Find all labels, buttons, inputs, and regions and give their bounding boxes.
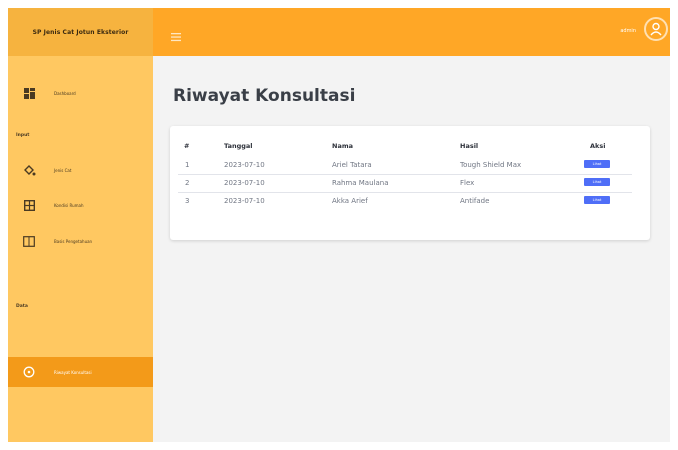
user-name[interactable]: admin	[620, 28, 636, 34]
hamburger-icon[interactable]	[171, 27, 181, 42]
sidebar-item-riwayat-konsultasi[interactable]: Riwayat Konsultasi	[8, 357, 153, 387]
column-header-hasil: Hasil	[460, 142, 479, 150]
book-icon	[22, 234, 36, 248]
row-2-hasil: Flex	[460, 179, 475, 187]
row-1-hasil: Tough Shield Max	[460, 161, 522, 169]
sidebar-item-label: Jenis Cat	[54, 167, 72, 173]
top-bar: admin	[153, 8, 670, 56]
column-header-nama: Nama	[332, 142, 353, 150]
column-header-tanggal: Tanggal	[224, 142, 253, 150]
sidebar-item-basis-pengetahuan[interactable]: Basis Pengetahuan	[8, 226, 153, 256]
brand-title: SP Jenis Cat Jotun Eksterior	[32, 28, 129, 36]
view-button[interactable]: Lihat	[584, 196, 610, 204]
sidebar-item-label: Basis Pengetahuan	[54, 238, 93, 244]
row-2-tanggal: 2023-07-10	[224, 179, 265, 187]
view-button[interactable]: Lihat	[584, 160, 610, 168]
row-divider	[178, 174, 632, 175]
section-input-heading: Input	[16, 133, 30, 138]
house-grid-icon	[22, 198, 36, 212]
sidebar-item-label: Kondisi Rumah	[54, 202, 84, 208]
sidebar-item-label: Dashboard	[54, 90, 76, 96]
row-3-nama: Akka Arief	[332, 197, 368, 205]
view-button[interactable]: Lihat	[584, 178, 610, 186]
paint-bucket-icon	[22, 163, 36, 177]
column-header-aksi: Aksi	[590, 142, 606, 150]
app-window: SP Jenis Cat Jotun Eksterior Dashboard I…	[8, 8, 670, 442]
row-divider	[178, 192, 632, 193]
sidebar-item-kondisi-rumah[interactable]: Kondisi Rumah	[8, 190, 153, 220]
column-header-number: #	[184, 142, 190, 150]
user-icon[interactable]	[644, 17, 668, 41]
brand-bar[interactable]: SP Jenis Cat Jotun Eksterior	[8, 8, 153, 56]
row-1-tanggal: 2023-07-10	[224, 161, 265, 169]
history-table-card: # Tanggal Nama Hasil Aksi 1 2023-07-10 A…	[170, 126, 650, 240]
view-button-label: Lihat	[592, 180, 602, 184]
dashboard-icon	[22, 86, 36, 100]
row-1-number: 1	[185, 161, 190, 169]
page-title: Riwayat Konsultasi	[173, 86, 356, 106]
row-3-tanggal: 2023-07-10	[224, 197, 265, 205]
sidebar-item-label: Riwayat Konsultasi	[54, 369, 92, 375]
row-2-number: 2	[185, 179, 190, 187]
row-3-number: 3	[185, 197, 190, 205]
sidebar: SP Jenis Cat Jotun Eksterior Dashboard I…	[8, 8, 153, 442]
row-2-nama: Rahma Maulana	[332, 179, 389, 187]
row-1-nama: Ariel Tatara	[332, 161, 372, 169]
row-3-hasil: Antifade	[460, 197, 490, 205]
view-button-label: Lihat	[592, 162, 602, 166]
sidebar-item-jenis-cat[interactable]: Jenis Cat	[8, 155, 153, 185]
history-icon	[22, 365, 36, 379]
section-data-heading: Data	[16, 304, 28, 309]
sidebar-item-dashboard[interactable]: Dashboard	[8, 78, 153, 108]
view-button-label: Lihat	[592, 198, 602, 202]
